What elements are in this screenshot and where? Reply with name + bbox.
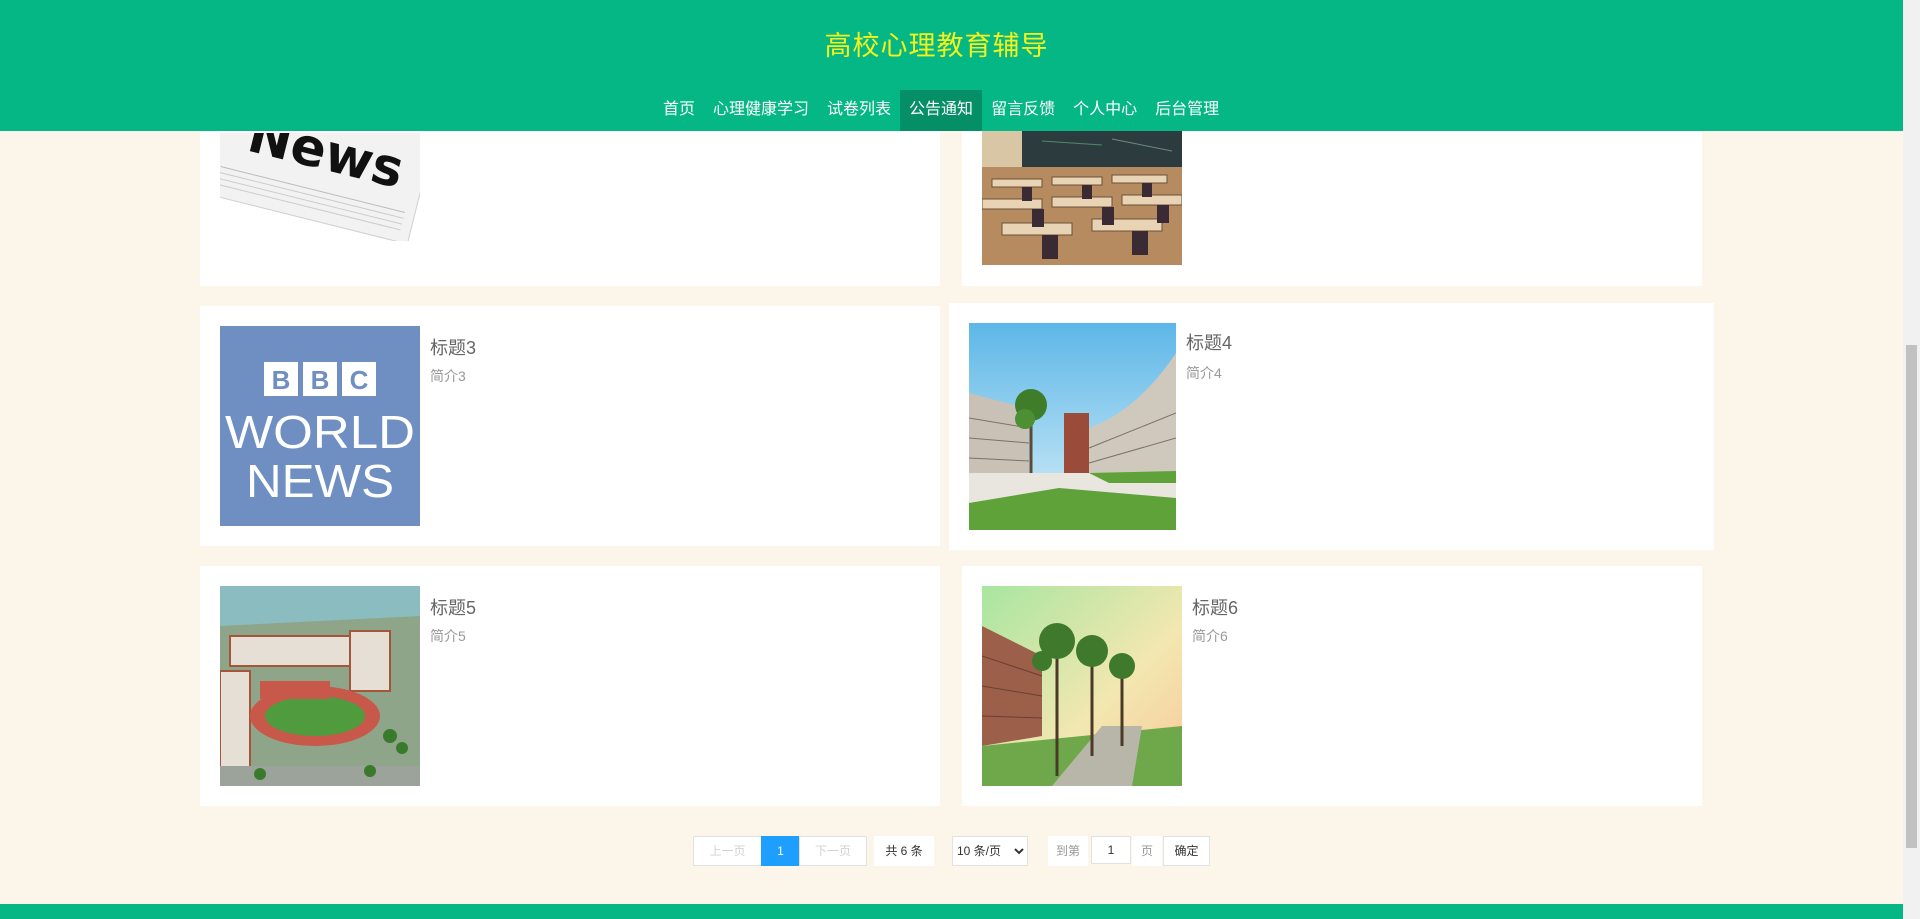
scrollbar-thumb[interactable] — [1906, 345, 1917, 848]
site-footer — [0, 904, 1903, 919]
notice-title[interactable]: 标题4 — [1186, 329, 1232, 355]
page-1-button[interactable]: 1 — [761, 836, 800, 866]
bbc-world-news-image[interactable]: B B C WORLD NEWS — [220, 326, 420, 526]
notice-card[interactable]: 标题6 简介6 — [962, 566, 1702, 806]
goto-prefix: 到第 — [1048, 836, 1088, 866]
site-title: 高校心理教育辅导 — [824, 31, 1049, 61]
page-size-select[interactable]: 10 条/页 — [952, 836, 1028, 866]
nav-item-personal-center[interactable]: 个人中心 — [1064, 90, 1146, 131]
notice-title[interactable]: 标题3 — [430, 334, 476, 360]
notice-summary: 简介3 — [430, 368, 466, 384]
notice-summary: 简介5 — [430, 628, 466, 644]
prev-page-button[interactable]: 上一页 — [693, 836, 762, 866]
svg-text:C: C — [350, 365, 369, 395]
svg-text:WORLD: WORLD — [225, 406, 415, 458]
next-page-button[interactable]: 下一页 — [799, 836, 867, 866]
notice-summary: 简介6 — [1192, 628, 1228, 644]
svg-text:B: B — [311, 365, 330, 395]
nav-item-mental-health-study[interactable]: 心理健康学习 — [704, 90, 818, 131]
campus-aerial-image[interactable] — [220, 586, 420, 786]
confirm-goto-button[interactable]: 确定 — [1163, 836, 1210, 866]
site-header: 高校心理教育辅导 — [0, 0, 1903, 91]
notice-summary: 简介4 — [1186, 365, 1222, 381]
nav-item-exam-list[interactable]: 试卷列表 — [818, 90, 900, 131]
nav-item-announcements[interactable]: 公告通知 — [900, 90, 983, 131]
campus-courtyard-image[interactable] — [969, 323, 1176, 530]
news-newspaper-image[interactable]: News — [220, 131, 420, 241]
total-count: 共 6 条 — [874, 836, 934, 866]
goto-page-input[interactable] — [1091, 836, 1131, 864]
nav-list: 首页 心理健康学习 试卷列表 公告通知 留言反馈 个人中心 后台管理 — [654, 90, 1228, 131]
notice-card[interactable]: 标题5 简介5 — [200, 566, 940, 806]
notice-card[interactable]: News — [200, 131, 940, 286]
notice-title[interactable]: 标题6 — [1192, 594, 1238, 620]
goto-suffix: 页 — [1132, 836, 1162, 866]
svg-text:B: B — [272, 365, 291, 395]
svg-text:NEWS: NEWS — [246, 455, 394, 507]
tree-lined-path-image[interactable] — [982, 586, 1182, 786]
notice-card[interactable]: 标题4 简介4 — [949, 303, 1714, 550]
main-nav: 首页 心理健康学习 试卷列表 公告通知 留言反馈 个人中心 后台管理 — [0, 90, 1903, 131]
notice-card[interactable] — [962, 131, 1702, 286]
nav-item-feedback[interactable]: 留言反馈 — [982, 90, 1064, 131]
nav-item-home[interactable]: 首页 — [654, 90, 704, 131]
classroom-image[interactable] — [982, 131, 1182, 265]
nav-item-admin[interactable]: 后台管理 — [1146, 90, 1228, 131]
notice-card[interactable]: B B C WORLD NEWS 标题3 简介3 — [200, 306, 940, 546]
notice-title[interactable]: 标题5 — [430, 594, 476, 620]
